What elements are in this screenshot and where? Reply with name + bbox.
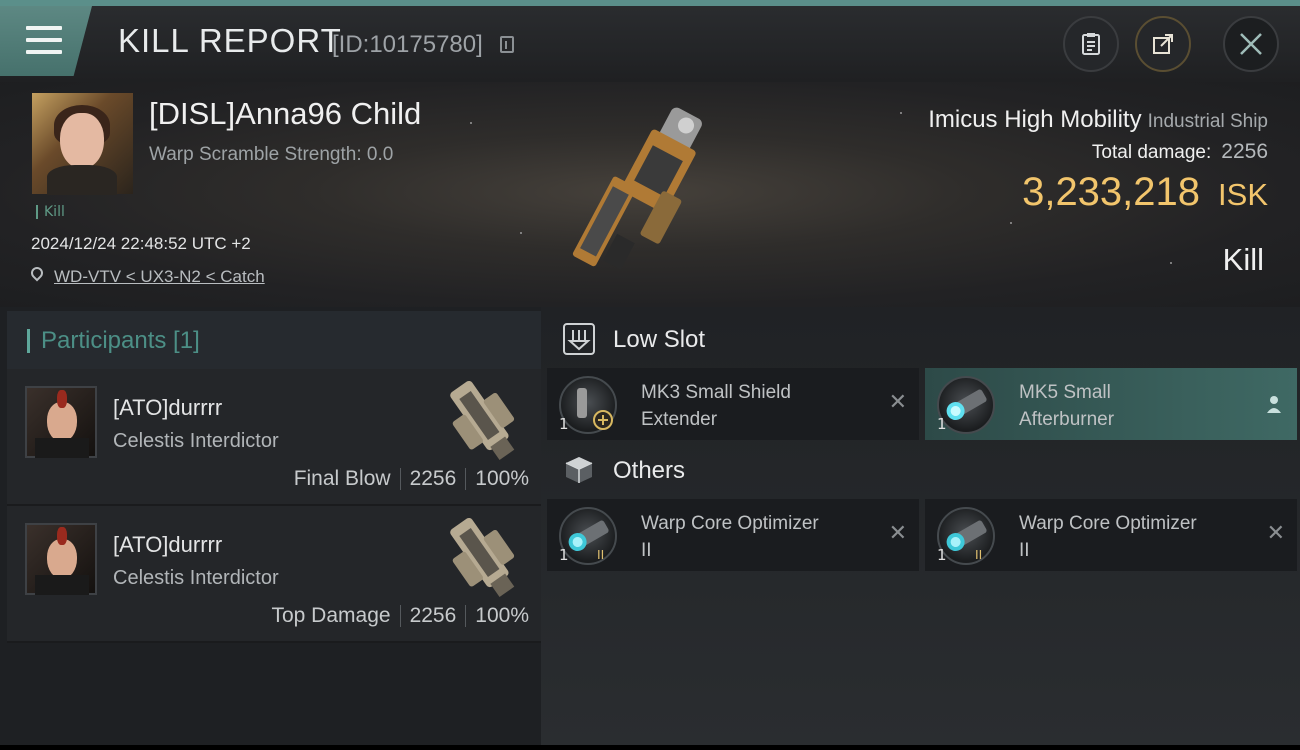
others-title: Others bbox=[613, 457, 686, 484]
slot-item[interactable]: II 1 Warp Core Optimizer II ✕ bbox=[547, 499, 919, 571]
destroyed-x-icon: ✕ bbox=[888, 521, 907, 546]
item-name-line2: II bbox=[641, 540, 652, 561]
participant-ship: Celestis Interdictor bbox=[113, 567, 279, 589]
tech-badge: II bbox=[975, 547, 982, 562]
header-bar: KILL REPORT [ID:10175780] bbox=[0, 0, 1300, 82]
victim-ship-image[interactable] bbox=[550, 92, 740, 297]
star-decoration bbox=[1170, 262, 1172, 264]
isk-amount: 3,233,218 bbox=[1022, 170, 1201, 214]
low-slot-icon bbox=[563, 323, 595, 355]
participants-panel: Participants [1] [ATO]durrrr Celestis In… bbox=[0, 307, 541, 745]
report-id: [ID:10175780] bbox=[332, 31, 483, 58]
fitting-panel: Low Slot 1 MK3 Small Shield Extender ✕ 1… bbox=[541, 307, 1300, 745]
location-link[interactable]: WD-VTV < UX3-N2 < Catch bbox=[54, 267, 265, 286]
others-icon bbox=[565, 457, 593, 483]
item-quantity: 1 bbox=[937, 546, 947, 564]
kill-tag: Kill bbox=[36, 205, 65, 219]
participant-ship: Celestis Interdictor bbox=[113, 430, 279, 452]
participant-row[interactable]: [ATO]durrrr Celestis Interdictor Final B… bbox=[7, 369, 541, 506]
menu-button[interactable] bbox=[0, 6, 92, 76]
star-decoration bbox=[1010, 222, 1012, 224]
participant-name: [ATO]durrrr bbox=[113, 532, 223, 557]
victim-ship-name[interactable]: Imicus High Mobility Industrial Ship bbox=[928, 106, 1268, 134]
location-pin-icon bbox=[28, 264, 46, 282]
star-decoration bbox=[900, 112, 902, 114]
kill-result: Kill bbox=[1222, 242, 1264, 277]
destroyed-x-icon: ✕ bbox=[1266, 521, 1285, 546]
item-name-line1: Warp Core Optimizer bbox=[641, 513, 819, 534]
menu-icon bbox=[26, 26, 62, 54]
item-name: MK5 Small Afterburner bbox=[1019, 379, 1249, 433]
kill-datetime: 2024/12/24 22:48:52 UTC +2 bbox=[31, 234, 251, 253]
low-slot-title: Low Slot bbox=[613, 326, 706, 353]
ship-class: Industrial Ship bbox=[1147, 111, 1268, 132]
close-icon bbox=[1240, 33, 1262, 55]
participant-stats: Top Damage 2256 100% bbox=[271, 604, 529, 628]
participant-ship-image bbox=[450, 380, 515, 460]
star-decoration bbox=[470, 122, 472, 124]
participant-avatar[interactable] bbox=[25, 523, 97, 595]
total-damage-label: Total damage: bbox=[1091, 142, 1212, 163]
participant-name: [ATO]durrrr bbox=[113, 395, 223, 420]
item-quantity: 1 bbox=[559, 415, 569, 433]
isk-value: 3,233,218 ISK bbox=[1022, 170, 1268, 215]
slot-item[interactable]: 1 MK5 Small Afterburner bbox=[925, 368, 1297, 440]
participant-stats: Final Blow 2256 100% bbox=[294, 467, 529, 491]
victim-pilot-name[interactable]: [DISL]Anna96 Child bbox=[149, 96, 421, 132]
victim-avatar[interactable] bbox=[32, 93, 133, 195]
item-name-line2: Extender bbox=[641, 409, 718, 430]
total-damage: Total damage: 2256 bbox=[1092, 140, 1268, 164]
item-name: MK3 Small Shield Extender bbox=[641, 379, 871, 433]
participant-percent: 100% bbox=[475, 467, 529, 490]
item-name-line2: Afterburner bbox=[1019, 409, 1115, 430]
slot-item[interactable]: II 1 Warp Core Optimizer II ✕ bbox=[925, 499, 1297, 571]
clipboard-button[interactable] bbox=[1063, 16, 1119, 72]
star-decoration bbox=[520, 232, 522, 234]
participant-percent: 100% bbox=[475, 604, 529, 627]
isk-unit: ISK bbox=[1218, 177, 1268, 212]
item-name-line1: MK3 Small Shield bbox=[641, 382, 791, 403]
item-name-line1: Warp Core Optimizer bbox=[1019, 513, 1197, 534]
slot-item[interactable]: 1 MK3 Small Shield Extender ✕ bbox=[547, 368, 919, 440]
person-icon bbox=[1267, 396, 1281, 413]
share-button[interactable] bbox=[1135, 16, 1191, 72]
clipboard-icon bbox=[1082, 33, 1100, 55]
kill-location[interactable]: WD-VTV < UX3-N2 < Catch bbox=[28, 264, 265, 287]
participant-damage: 2256 bbox=[409, 604, 457, 627]
participant-avatar[interactable] bbox=[25, 386, 97, 458]
ship-name: Imicus High Mobility bbox=[928, 106, 1142, 133]
participant-row[interactable]: [ATO]durrrr Celestis Interdictor Top Dam… bbox=[7, 506, 541, 643]
participants-title: Participants [1] bbox=[41, 327, 200, 354]
kill-report-screen: KILL REPORT [ID:10175780] [DISL]Anna96 C… bbox=[0, 0, 1300, 750]
participant-damage: 2256 bbox=[409, 467, 457, 490]
participants-header: Participants [1] bbox=[7, 311, 541, 371]
close-button[interactable] bbox=[1223, 16, 1279, 72]
item-name: Warp Core Optimizer II bbox=[1019, 510, 1249, 564]
victim-panel: [DISL]Anna96 Child Warp Scramble Strengt… bbox=[0, 82, 1300, 307]
copy-icon[interactable] bbox=[500, 36, 514, 53]
participant-role: Final Blow bbox=[293, 467, 391, 490]
tech-badge: II bbox=[597, 547, 604, 562]
item-quantity: 1 bbox=[559, 546, 569, 564]
page-title: KILL REPORT bbox=[118, 22, 342, 59]
item-name-line2: II bbox=[1019, 540, 1030, 561]
item-name: Warp Core Optimizer II bbox=[641, 510, 871, 564]
total-damage-value: 2256 bbox=[1221, 140, 1268, 163]
warp-scramble-strength: Warp Scramble Strength: 0.0 bbox=[149, 144, 394, 165]
participant-ship-image bbox=[450, 517, 515, 597]
item-name-line1: MK5 Small bbox=[1019, 382, 1111, 403]
participant-role: Top Damage bbox=[271, 604, 391, 627]
share-icon bbox=[1153, 34, 1173, 54]
destroyed-x-icon: ✕ bbox=[888, 390, 907, 415]
item-quantity: 1 bbox=[937, 415, 947, 433]
